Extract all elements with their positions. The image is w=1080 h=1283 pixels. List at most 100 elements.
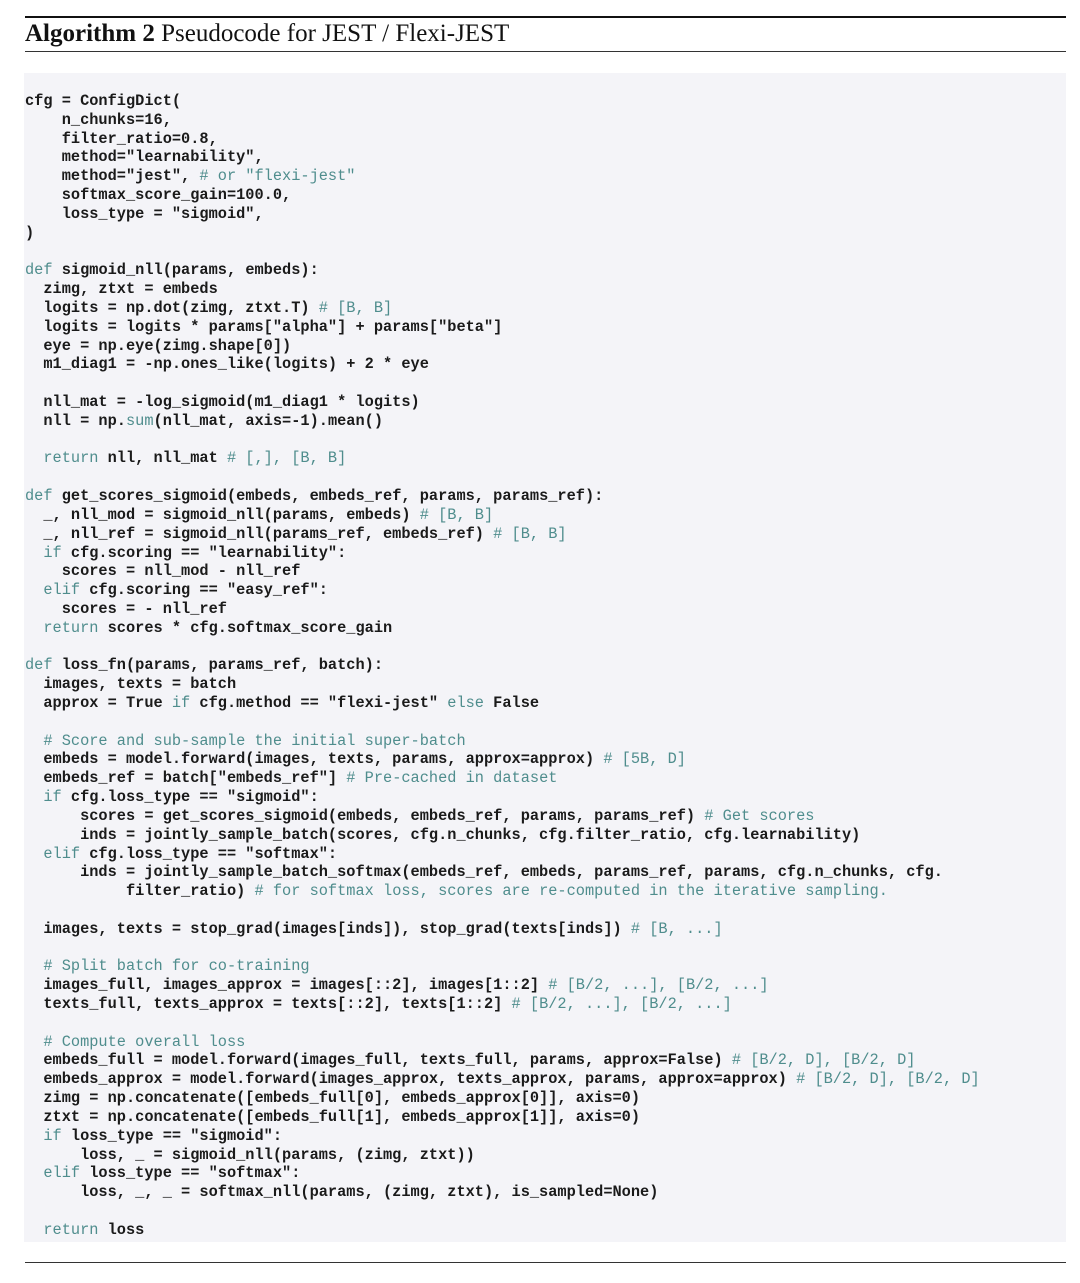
code-text: nll, nll_mat [98,449,227,468]
code-line: embeds_full = model.forward(images_full,… [25,1051,980,1070]
code-line: elif loss_type == "softmax": [25,1164,980,1183]
bottom-rule [25,1262,1066,1263]
code-text: nll = np. [25,411,126,430]
code-text: scores = get_scores_sigmoid(embeds, embe… [25,806,705,825]
code-keyword: def [25,261,53,280]
code-keyword: return [25,618,99,637]
code-comment: # Score and sub-sample the initial super… [25,731,466,750]
code-text: embeds_ref = batch["embeds_ref"] [25,769,347,788]
code-text: filter_ratio) [25,882,255,901]
code-line: images, texts = stop_grad(images[inds]),… [25,920,980,939]
code-text: cfg = ConfigDict( [25,92,182,110]
code-line: inds = jointly_sample_batch_softmax(embe… [25,863,980,882]
code-comment: # [B/2, ...], [B/2, ...] [511,995,732,1013]
code-line: images, texts = batch [25,675,980,694]
code-text: scores = nll_mod - nll_ref [25,562,301,581]
code-keyword: if [25,543,62,562]
code-comment: # Get scores [704,806,815,825]
code-line: scores = get_scores_sigmoid(embeds, embe… [25,807,980,826]
code-text: ztxt = np.concatenate([embeds_full[1], e… [25,1107,641,1126]
code-text: loss [98,1220,145,1239]
code-keyword: else [447,694,484,712]
code-text: _, nll_ref = sigmoid_nll(params_ref, emb… [25,524,494,543]
code-line: _, nll_ref = sigmoid_nll(params_ref, emb… [25,525,980,544]
code-comment: # Compute overall loss [25,1032,246,1051]
code-line: n_chunks=16, [25,111,980,130]
code-text: cfg.method == "flexi-jest" [190,694,448,712]
code-text: logits = np.dot(zimg, ztxt.T) [25,298,319,317]
code-text: ) [25,223,35,242]
code-line: return scores * cfg.softmax_score_gain [25,619,980,638]
code-keyword: elif [25,844,81,863]
code-text: loss_fn(params, params_ref, batch): [52,656,384,675]
code-keyword: if [25,788,62,807]
code-text: _, nll_mod = sigmoid_nll(params, embeds) [25,505,420,524]
code-line: cfg = ConfigDict( [25,92,980,111]
code-text: get_scores_sigmoid(embeds, embeds_ref, p… [52,487,604,506]
code-line: approx = True if cfg.method == "flexi-je… [25,694,980,713]
code-comment: # [B, B] [493,524,567,543]
code-text: (nll_mat, axis=-1).mean() [153,411,384,430]
code-comment: # [B/2, D], [B/2, D] [796,1070,980,1089]
code-line: zimg = np.concatenate([embeds_full[0], e… [25,1089,980,1108]
code-line: scores = nll_mod - nll_ref [25,562,980,581]
code-line: method="learnability", [25,148,980,167]
code-text: softmax_score_gain=100.0, [25,186,292,205]
code-comment: # for softmax loss, scores are re-comput… [254,882,888,901]
code-text: embeds_approx = model.forward(images_app… [25,1070,797,1089]
algorithm-caption: Pseudocode for JEST / Flexi-JEST [161,20,510,47]
code-line: def get_scores_sigmoid(embeds, embeds_re… [25,487,980,506]
code-line: elif cfg.scoring == "easy_ref": [25,581,980,600]
code-line: zimg, ztxt = embeds [25,280,980,299]
code-text: approx = True [25,694,172,712]
code-line: if cfg.scoring == "learnability": [25,544,980,563]
code-text: embeds_full = model.forward(images_full,… [25,1051,732,1070]
algorithm-title: Algorithm 2 Pseudocode for JEST / Flexi-… [25,18,509,50]
code-listing: cfg = ConfigDict( n_chunks=16, filter_ra… [25,92,980,1240]
code-comment: # [B, B] [419,505,494,524]
code-line: _, nll_mod = sigmoid_nll(params, embeds)… [25,506,980,525]
code-line: method="jest", # or "flexi-jest" [25,167,980,186]
code-comment: # [5B, D] [603,750,686,769]
code-keyword: if [25,1126,62,1145]
code-text: loss_type == "softmax": [80,1164,301,1183]
code-line: inds = jointly_sample_batch(scores, cfg.… [25,826,980,845]
code-line: eye = np.eye(zimg.shape[0]) [25,337,980,356]
code-line: texts_full, texts_approx = texts[::2], t… [25,995,980,1014]
code-text: nll_mat = -log_sigmoid(m1_diag1 * logits… [25,393,420,411]
code-line: # Compute overall loss [25,1033,980,1052]
code-keyword: elif [25,581,81,600]
code-line: nll_mat = -log_sigmoid(m1_diag1 * logits… [25,393,980,412]
code-text: scores = - nll_ref [25,599,227,618]
code-line: # Score and sub-sample the initial super… [25,732,980,751]
code-line: logits = logits * params["alpha"] + para… [25,318,980,337]
code-comment: # or "flexi-jest" [199,167,356,186]
code-comment: # [B/2, D], [B/2, D] [731,1051,916,1070]
code-comment: # Split batch for co-training [25,957,310,976]
code-text: scores * cfg.softmax_score_gain [98,618,393,637]
code-text: loss, _, _ = softmax_nll(params, (zimg, … [25,1183,659,1202]
algorithm-label: Algorithm 2 [25,20,155,47]
code-keyword: def [25,656,53,675]
code-comment: # Pre-cached in dataset [346,769,558,788]
code-keyword: return [25,1220,99,1239]
code-line: # Split batch for co-training [25,957,980,976]
code-line: if cfg.loss_type == "sigmoid": [25,788,980,807]
code-line: def sigmoid_nll(params, embeds): [25,261,980,280]
code-text: eye = np.eye(zimg.shape[0]) [25,336,292,355]
code-text: cfg.scoring == "easy_ref": [80,581,328,600]
code-line: loss_type = "sigmoid", [25,205,980,224]
code-line: embeds = model.forward(images, texts, pa… [25,750,980,769]
code-text: images, texts = batch [25,675,237,694]
code-line: logits = np.dot(zimg, ztxt.T) # [B, B] [25,299,980,318]
code-line: return loss [25,1221,980,1240]
